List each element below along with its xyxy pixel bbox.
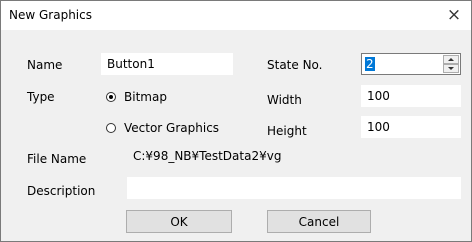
radio-bitmap-label: Bitmap — [124, 90, 167, 104]
file-name-label: File Name — [27, 152, 87, 166]
width-label: Width — [267, 93, 302, 107]
cancel-button[interactable]: Cancel — [267, 210, 371, 233]
close-icon[interactable]: × — [441, 3, 467, 27]
dialog-title: New Graphics — [9, 8, 92, 22]
width-field[interactable]: 100 — [361, 85, 461, 107]
description-label: Description — [27, 184, 96, 198]
height-field[interactable]: 100 — [361, 116, 461, 138]
radio-vector-graphics[interactable]: Vector Graphics — [106, 121, 219, 135]
name-field[interactable]: Button1 — [101, 53, 233, 75]
state-no-label: State No. — [267, 58, 323, 72]
name-label: Name — [27, 58, 63, 72]
stepper-up-icon[interactable] — [443, 55, 459, 64]
radio-vector-graphics-label: Vector Graphics — [124, 121, 220, 135]
radio-checked-icon[interactable] — [106, 92, 116, 102]
type-label: Type — [27, 90, 55, 104]
file-name-field: C:¥98_NB¥TestData2¥vg — [127, 145, 461, 167]
stepper-buttons — [443, 55, 459, 73]
stepper-down-icon[interactable] — [443, 64, 459, 73]
radio-unchecked-icon[interactable] — [106, 123, 116, 133]
state-no-value[interactable]: 2 — [365, 57, 375, 71]
radio-bitmap[interactable]: Bitmap — [106, 90, 167, 104]
description-field[interactable] — [127, 177, 461, 199]
ok-button[interactable]: OK — [126, 210, 232, 233]
state-no-stepper[interactable]: 2 — [361, 53, 461, 75]
title-bar: New Graphics × — [1, 1, 471, 30]
new-graphics-dialog: New Graphics × Name Button1 State No. 2 … — [0, 0, 472, 242]
height-label: Height — [267, 124, 307, 138]
